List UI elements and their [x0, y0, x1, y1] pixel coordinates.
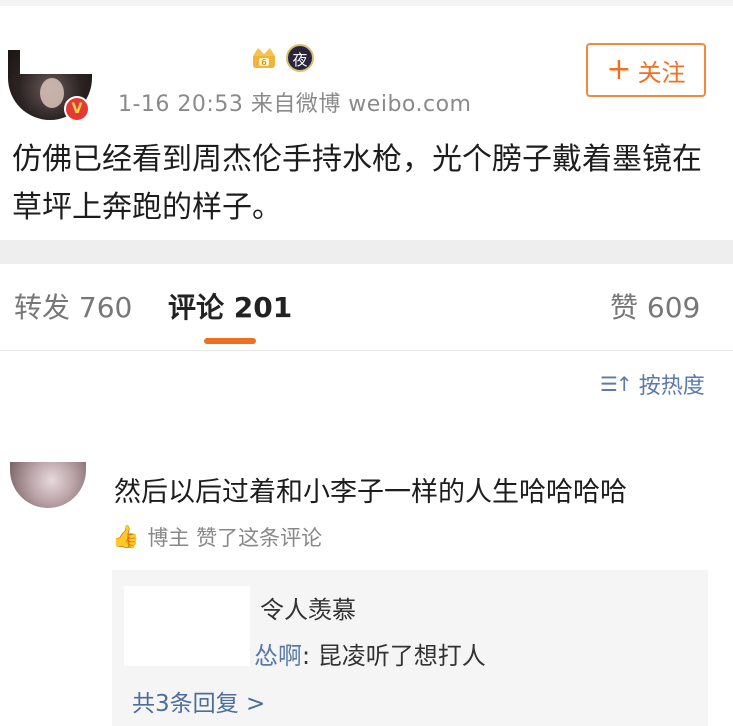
- author-liked-row: 👍 博主 赞了这条评论: [112, 522, 322, 552]
- replies-box: 令人羡慕 怂啊: 昆凌听了想打人 共3条回复 >: [112, 570, 708, 726]
- commenter-avatar[interactable]: [10, 462, 86, 508]
- top-divider: [0, 0, 733, 6]
- more-replies-link[interactable]: 共3条回复 >: [132, 684, 265, 718]
- reply-text: : 昆凌听了想打人: [302, 642, 486, 670]
- vip-crown-icon: 6: [253, 48, 275, 68]
- plus-icon: +: [606, 52, 632, 87]
- post-text: 仿佛已经看到周杰伦手持水枪，光个膀子戴着墨镜在草坪上奔跑的样子。: [12, 142, 702, 225]
- comment-text: 然后以后过着和小李子一样的人生哈哈哈哈: [114, 477, 627, 508]
- night-badge-icon: 夜: [286, 44, 314, 72]
- tab-repost[interactable]: 转发 760: [14, 286, 132, 326]
- tab-comments[interactable]: 评论 201: [168, 286, 292, 326]
- follow-label: 关注: [637, 58, 686, 87]
- reply-item[interactable]: 怂啊: 昆凌听了想打人: [254, 636, 486, 671]
- thumb-up-icon: 👍: [112, 524, 140, 550]
- reply-usernames-redacted: [124, 586, 250, 666]
- tab-bar: 转发 760 评论 201 赞 609: [0, 264, 733, 351]
- reply-item[interactable]: 令人羡慕: [260, 590, 356, 625]
- active-tab-indicator: [204, 338, 256, 344]
- username-redacted: [20, 40, 240, 74]
- post-meta: 1-16 20:53 来自微博 weibo.com: [118, 92, 472, 117]
- reply-author[interactable]: 怂啊: [254, 642, 302, 670]
- tab-likes[interactable]: 赞 609: [610, 286, 700, 326]
- sort-label: 按热度: [638, 374, 705, 399]
- reply-text: 令人羡慕: [260, 596, 356, 624]
- sort-toggle[interactable]: ☰↑ 按热度: [600, 368, 705, 400]
- sort-icon: ☰↑: [600, 372, 633, 396]
- verified-badge-icon: V: [64, 96, 90, 122]
- svg-text:6: 6: [261, 58, 266, 67]
- author-liked-text: 博主 赞了这条评论: [147, 526, 323, 550]
- section-divider: [0, 240, 733, 264]
- follow-button[interactable]: + 关注: [586, 43, 706, 97]
